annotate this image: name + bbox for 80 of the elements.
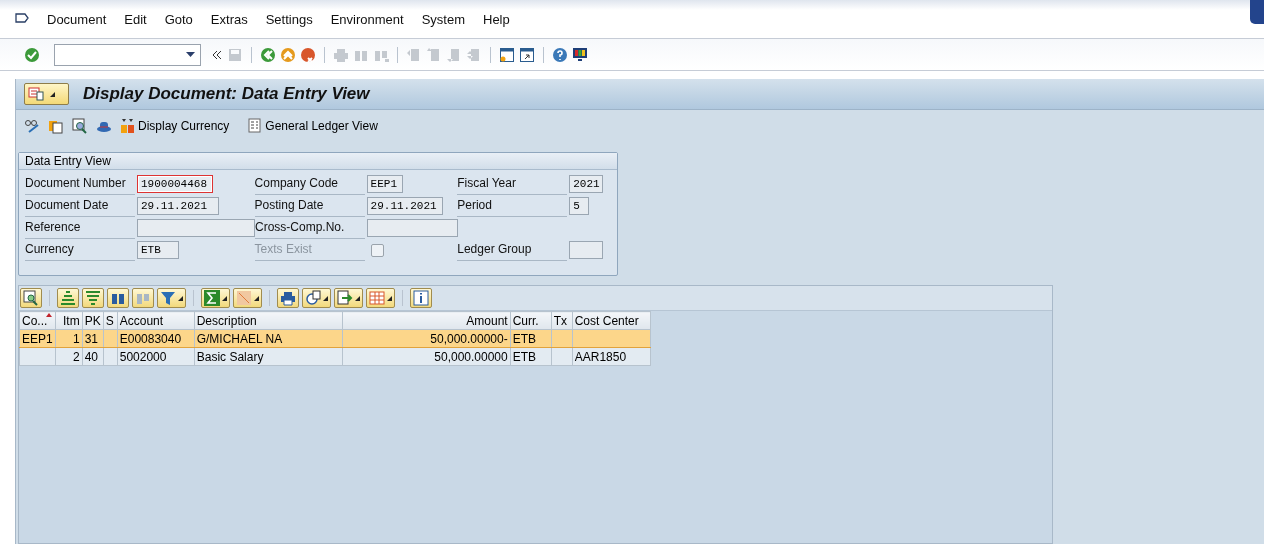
input-field[interactable]: 2021 <box>569 175 604 193</box>
window-icon[interactable] <box>499 46 515 63</box>
column-header[interactable]: Description <box>194 311 343 330</box>
sigma-icon[interactable] <box>204 290 220 306</box>
column-header[interactable]: Itm <box>55 311 83 330</box>
field-label: Period <box>457 195 568 217</box>
glasses-pencil-icon[interactable] <box>24 118 40 134</box>
ledger-icon[interactable] <box>247 118 264 134</box>
column-header[interactable]: Account <box>117 311 195 330</box>
input-field[interactable]: 29.11.2021 <box>137 197 219 215</box>
toolbar-button[interactable]: General Ledger View <box>247 118 378 134</box>
filter-button[interactable] <box>157 288 186 308</box>
caret-icon <box>222 295 227 301</box>
exit-icon[interactable] <box>280 46 296 63</box>
caret-icon <box>50 91 55 97</box>
export-icon[interactable] <box>337 290 353 306</box>
total-button[interactable] <box>201 288 230 308</box>
input-field[interactable]: ETB <box>137 241 179 259</box>
column-header[interactable]: Curr. <box>510 311 552 330</box>
caret-icon <box>254 295 259 301</box>
caret-icon <box>387 295 392 301</box>
field-label: Texts Exist <box>254 239 365 261</box>
check-icon[interactable] <box>24 46 40 63</box>
input-field[interactable]: 29.11.2021 <box>366 197 443 215</box>
magnifier-icon[interactable] <box>72 118 88 134</box>
field-label: Ledger Group <box>457 239 568 261</box>
menu-item[interactable]: Settings <box>256 11 322 27</box>
export-button[interactable] <box>334 288 363 308</box>
command-field[interactable] <box>54 43 201 66</box>
field-label: Document Number <box>25 173 135 195</box>
input-field[interactable] <box>569 241 604 259</box>
field-label: Reference <box>25 217 135 239</box>
menu-button[interactable] <box>24 83 69 105</box>
field-label: Cross-Comp.No. <box>255 217 365 239</box>
field-label: Document Date <box>25 195 135 217</box>
dropdown-icon <box>186 52 195 57</box>
column-header[interactable]: Amount <box>342 311 511 330</box>
menu-item[interactable]: Environment <box>321 11 413 27</box>
field-label: Posting Date <box>254 195 365 217</box>
menu-item[interactable]: Goto <box>155 11 202 27</box>
column-header[interactable]: Tx <box>551 311 573 330</box>
window-corner <box>1250 0 1264 24</box>
menu-item[interactable]: Extras <box>201 11 257 27</box>
column-header[interactable]: Cost Center <box>572 311 651 330</box>
field-label: Company Code <box>254 173 365 195</box>
monitor-icon[interactable] <box>572 46 588 63</box>
field-label: Currency <box>25 239 135 261</box>
column-header[interactable]: PK <box>82 311 104 330</box>
menu-item[interactable]: Document <box>38 11 116 27</box>
subtotal-icon[interactable] <box>236 290 252 306</box>
menu-item[interactable]: Help <box>474 11 519 27</box>
shortcut-icon[interactable] <box>519 46 535 63</box>
screen-title: Display Document: Data Entry View <box>83 84 370 104</box>
subtotal-button[interactable] <box>233 288 262 308</box>
views-icon[interactable] <box>305 290 321 306</box>
toolbar-button[interactable]: Display Currency <box>120 118 230 134</box>
back-icon[interactable] <box>260 46 276 63</box>
layout-button[interactable] <box>366 288 395 308</box>
menu-item[interactable]: System <box>412 11 474 27</box>
input-field[interactable] <box>367 219 458 237</box>
filter-icon[interactable] <box>160 290 176 306</box>
input-field[interactable]: 1900004468 <box>137 175 213 193</box>
document-icon[interactable] <box>48 118 64 134</box>
cancel-icon[interactable] <box>300 46 316 63</box>
input-field[interactable]: EEP1 <box>366 175 403 193</box>
group-title: Data Entry View <box>19 153 617 170</box>
field-label: Fiscal Year <box>457 173 568 195</box>
input-field[interactable]: 5 <box>569 197 590 215</box>
caret-icon <box>323 295 328 301</box>
caret-icon <box>178 295 183 301</box>
table-icon[interactable] <box>369 290 385 306</box>
sort-indicator <box>45 313 52 317</box>
screen-menu-icon[interactable] <box>28 86 44 102</box>
menu-item[interactable]: Edit <box>115 11 156 27</box>
currency-icon[interactable] <box>120 118 136 134</box>
input-field[interactable] <box>137 219 255 237</box>
column-header[interactable]: Co... <box>19 311 56 330</box>
caret-icon <box>355 295 360 301</box>
help-icon[interactable] <box>552 46 568 63</box>
views-button[interactable] <box>302 288 331 308</box>
